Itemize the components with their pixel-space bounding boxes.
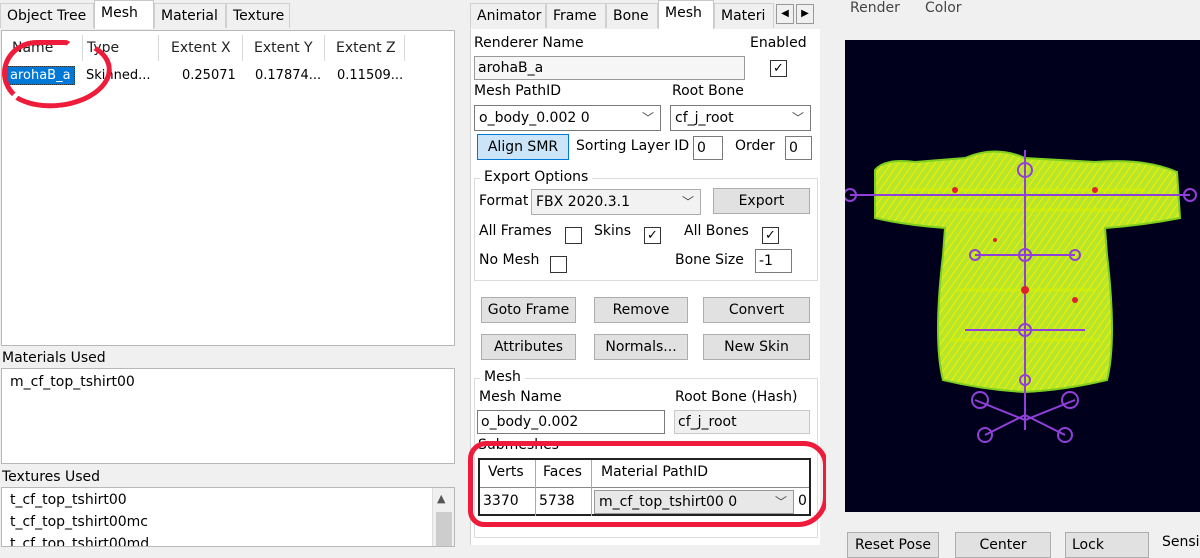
- tab-mesh-properties[interactable]: Mesh: [658, 0, 714, 29]
- mesh-pathid-select[interactable]: o_body_0.002 0 ﹀: [474, 105, 661, 131]
- tab-materials[interactable]: Materi: [714, 3, 774, 28]
- mesh-preview-render: [845, 150, 1197, 443]
- mesh-pathid-value: o_body_0.002 0: [479, 110, 590, 126]
- textures-scrollbar[interactable]: ▲: [432, 488, 454, 546]
- new-skin-button[interactable]: New Skin: [703, 334, 810, 360]
- root-bone-label: Root Bone: [672, 83, 744, 99]
- format-select[interactable]: FBX 2020.3.1 ﹀: [531, 189, 701, 215]
- format-label: Format: [479, 193, 529, 209]
- skins-label: Skins: [594, 223, 632, 239]
- mesh-row-extent-y: 0.17874...: [255, 68, 322, 83]
- root-bone-value: cf_j_root: [675, 110, 734, 126]
- scroll-up-icon[interactable]: ▲: [437, 492, 445, 505]
- mesh-pathid-label: Mesh PathID: [474, 83, 561, 99]
- bone-size-label: Bone Size: [675, 252, 744, 268]
- col-header-extent-z[interactable]: Extent Z: [325, 35, 405, 61]
- tab-scroll-right-icon[interactable]: ▶: [796, 4, 814, 24]
- goto-frame-button[interactable]: Goto Frame: [481, 297, 576, 323]
- remove-button[interactable]: Remove: [594, 297, 688, 323]
- list-item[interactable]: m_cf_top_tshirt00: [10, 374, 135, 390]
- tab-animator[interactable]: Animator: [470, 3, 546, 28]
- textures-used-label: Textures Used: [2, 469, 101, 485]
- align-smr-button[interactable]: Align SMR: [477, 134, 569, 160]
- col-header-extent-y[interactable]: Extent Y: [243, 35, 325, 61]
- col-header-extent-x[interactable]: Extent X: [159, 35, 243, 61]
- mesh-group-label: Mesh: [480, 369, 525, 385]
- no-mesh-label: No Mesh: [479, 252, 540, 268]
- all-frames-checkbox[interactable]: [565, 227, 582, 244]
- tab-object-tree[interactable]: Object Tree: [0, 3, 94, 28]
- all-bones-label: All Bones: [684, 223, 749, 239]
- root-bone-hash-label: Root Bone (Hash): [675, 389, 798, 405]
- format-value: FBX 2020.3.1: [536, 194, 631, 210]
- menu-render[interactable]: Render: [850, 0, 900, 16]
- tab-frame[interactable]: Frame: [546, 3, 606, 28]
- renderer-name-field[interactable]: arohaB_a: [474, 56, 745, 80]
- chevron-down-icon: ﹀: [791, 111, 804, 125]
- tab-bone[interactable]: Bone: [606, 3, 658, 28]
- no-mesh-checkbox[interactable]: [550, 256, 567, 273]
- reset-pose-button[interactable]: Reset Pose: [847, 532, 939, 558]
- menu-color[interactable]: Color: [925, 0, 962, 16]
- skins-checkbox[interactable]: ✓: [644, 227, 661, 244]
- chevron-down-icon: ﹀: [641, 111, 654, 125]
- export-options-label: Export Options: [480, 169, 593, 185]
- tab-texture[interactable]: Texture: [226, 3, 290, 28]
- list-item[interactable]: t_cf_top_tshirt00md: [10, 536, 149, 546]
- materials-used-label: Materials Used: [2, 350, 106, 366]
- mesh-row-extent-x: 0.25071: [182, 68, 236, 83]
- tab-mesh[interactable]: Mesh: [94, 0, 154, 29]
- textures-list[interactable]: t_cf_top_tshirt00 t_cf_top_tshirt00mc t_…: [1, 487, 455, 547]
- scroll-thumb[interactable]: [436, 512, 452, 546]
- annotation-circle-arc: [2, 40, 72, 106]
- materials-list[interactable]: m_cf_top_tshirt00: [1, 368, 455, 464]
- normals-button[interactable]: Normals...: [594, 334, 688, 360]
- order-field[interactable]: 0: [785, 136, 812, 160]
- all-bones-checkbox[interactable]: ✓: [762, 227, 779, 244]
- lock-button[interactable]: Lock: [1065, 532, 1149, 558]
- root-bone-hash-field: cf_j_root: [674, 410, 810, 434]
- sensitivity-label: Sensi: [1162, 534, 1200, 550]
- enabled-checkbox[interactable]: ✓: [770, 60, 787, 77]
- list-item[interactable]: t_cf_top_tshirt00: [10, 492, 127, 508]
- list-item[interactable]: t_cf_top_tshirt00mc: [10, 514, 148, 530]
- attributes-button[interactable]: Attributes: [481, 334, 576, 360]
- mesh-name-label: Mesh Name: [479, 389, 562, 405]
- tab-material[interactable]: Material: [154, 3, 226, 28]
- convert-button[interactable]: Convert: [703, 297, 810, 323]
- mesh-name-field[interactable]: o_body_0.002: [477, 410, 665, 434]
- all-frames-label: All Frames: [479, 223, 552, 239]
- sorting-layer-label: Sorting Layer ID: [576, 138, 690, 154]
- tab-scroll-left-icon[interactable]: ◀: [776, 4, 794, 24]
- mesh-row-extent-z: 0.11509...: [337, 68, 404, 83]
- chevron-down-icon: ﹀: [681, 195, 694, 209]
- mid-tab-strip: Animator Frame Bone Mesh Materi ◀ ▶: [470, 0, 820, 30]
- enabled-label: Enabled: [750, 35, 807, 51]
- center-button[interactable]: Center: [955, 532, 1051, 558]
- renderer-name-label: Renderer Name: [474, 35, 584, 51]
- sorting-layer-field[interactable]: 0: [693, 136, 723, 160]
- order-label: Order: [735, 138, 775, 154]
- root-bone-select[interactable]: cf_j_root ﹀: [670, 105, 811, 131]
- render-viewport[interactable]: [845, 40, 1200, 512]
- left-tab-strip: Object Tree Mesh Material Texture: [0, 0, 456, 30]
- export-button[interactable]: Export: [713, 188, 810, 214]
- annotation-box: [468, 441, 828, 527]
- bone-size-field[interactable]: -1: [755, 249, 792, 273]
